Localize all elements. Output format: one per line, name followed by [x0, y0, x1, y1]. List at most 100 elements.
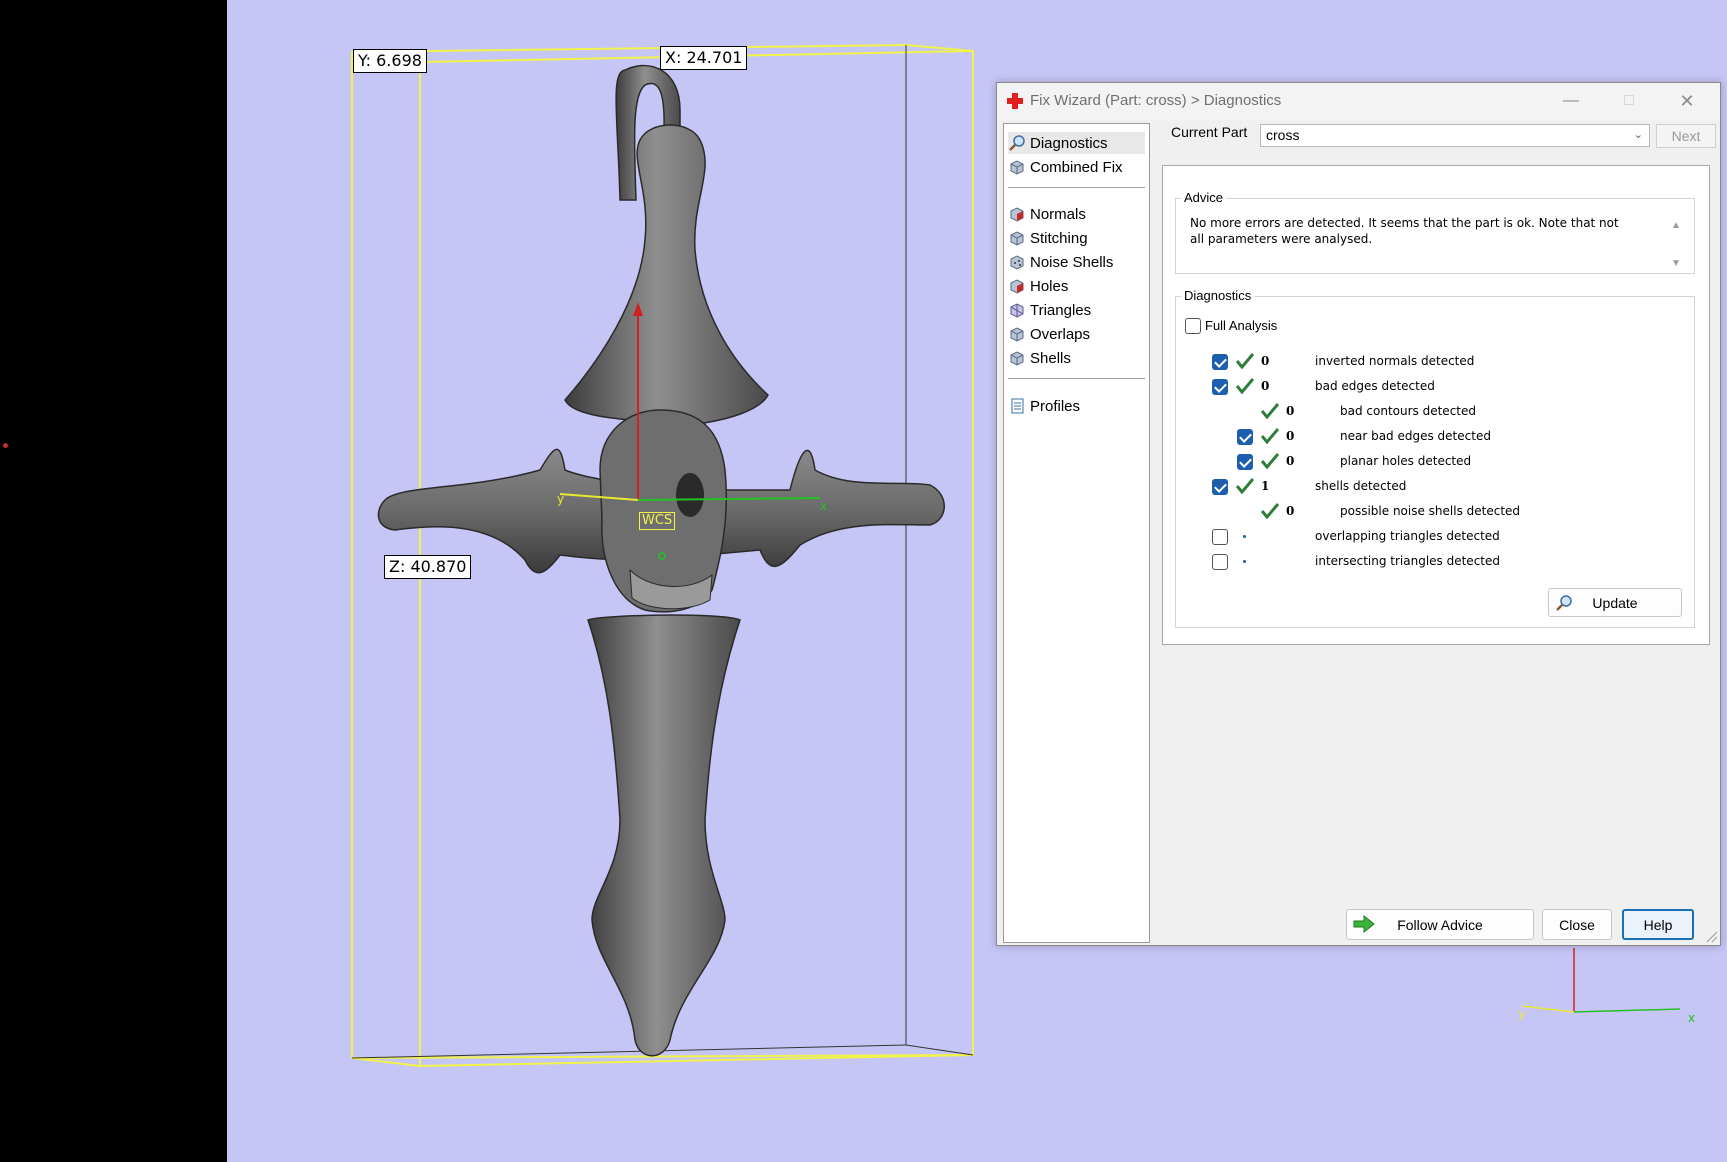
close-window-button[interactable]: ✕: [1659, 83, 1715, 119]
checkmark-icon: [1236, 478, 1254, 494]
overlaps-icon: [1010, 327, 1024, 342]
resize-grip-icon[interactable]: [1704, 929, 1718, 943]
checkmark-icon: [1261, 403, 1279, 419]
sidebar-item-overlaps[interactable]: Overlaps: [1008, 323, 1145, 345]
fix-wizard-dialog: Fix Wizard (Part: cross) > Diagnostics —…: [996, 82, 1721, 946]
magnifier-icon: [1556, 595, 1572, 611]
sidebar-item-profiles[interactable]: Profiles: [1008, 395, 1145, 417]
sidebar-item-shells[interactable]: Shells: [1008, 347, 1145, 369]
dimension-z-label: Z: 40.870: [384, 555, 472, 579]
intersecting-triangles-label: intersecting triangles detected: [1315, 554, 1500, 568]
checkmark-icon: [1261, 453, 1279, 469]
bad-contours-count: 0: [1286, 404, 1295, 418]
minimize-button[interactable]: —: [1543, 83, 1599, 119]
maximize-button[interactable]: □: [1601, 83, 1657, 119]
overlapping-triangles-label: overlapping triangles detected: [1315, 529, 1500, 543]
magnifier-icon: [1009, 135, 1025, 151]
sidebar-item-label: Profiles: [1030, 397, 1081, 415]
sidebar-item-label: Overlaps: [1030, 325, 1091, 343]
close-button[interactable]: Close: [1542, 909, 1612, 940]
update-button[interactable]: Update: [1548, 588, 1682, 617]
intersecting-triangles-checkbox[interactable]: [1212, 554, 1228, 570]
current-part-label: Current Part: [1171, 124, 1248, 140]
triangles-icon: [1010, 303, 1024, 318]
planar-holes-label: planar holes detected: [1340, 454, 1472, 468]
shells-icon: [1010, 351, 1024, 366]
shells-count: 1: [1261, 479, 1270, 493]
combined-fix-icon: [1010, 160, 1024, 175]
sidebar-item-label: Triangles: [1030, 301, 1092, 319]
sidebar-item-label: Diagnostics: [1030, 134, 1108, 152]
stitching-icon: [1010, 231, 1024, 246]
near-bad-edges-label: near bad edges detected: [1340, 429, 1491, 443]
current-part-select[interactable]: cross ⌄: [1260, 124, 1650, 147]
follow-advice-button[interactable]: Follow Advice: [1346, 909, 1534, 940]
dimension-x-label: X: 24.701: [660, 46, 748, 70]
orientation-indicator: [1521, 948, 1681, 1013]
follow-advice-label: Follow Advice: [1397, 916, 1483, 933]
inverted-normals-checkbox[interactable]: [1212, 354, 1228, 370]
sidebar-item-combined-fix[interactable]: Combined Fix: [1008, 156, 1145, 178]
wizard-sidebar: Diagnostics Combined Fix Normals Stitchi…: [1003, 123, 1150, 943]
sidebar-divider: [1008, 187, 1145, 188]
pending-bullet: [1243, 535, 1246, 538]
sidebar-item-label: Combined Fix: [1030, 158, 1123, 176]
near-bad-edges-checkbox[interactable]: [1237, 429, 1253, 445]
green-arrow-icon: [1353, 915, 1375, 933]
checkmark-icon: [1236, 378, 1254, 394]
inverted-normals-count: 0: [1261, 354, 1270, 368]
update-label: Update: [1592, 594, 1638, 611]
sidebar-item-noise-shells[interactable]: Noise Shells: [1008, 251, 1145, 273]
diagnostics-panel: Advice No more errors are detected. It s…: [1162, 165, 1710, 645]
normals-icon: [1010, 207, 1024, 222]
scroll-down-arrow[interactable]: ▼: [1671, 258, 1681, 269]
planar-holes-count: 0: [1286, 454, 1295, 468]
current-part-value: cross: [1266, 127, 1300, 143]
shells-checkbox[interactable]: [1212, 479, 1228, 495]
sidebar-item-label: Holes: [1030, 277, 1069, 295]
sidebar-item-normals[interactable]: Normals: [1008, 203, 1145, 225]
checkmark-icon: [1261, 503, 1279, 519]
bad-edges-label: bad edges detected: [1315, 379, 1435, 393]
chevron-down-icon: ⌄: [1633, 129, 1643, 141]
red-cross-icon: [1007, 93, 1023, 109]
sidebar-divider: [1008, 378, 1145, 379]
help-button[interactable]: Help: [1622, 909, 1694, 940]
sidebar-item-diagnostics[interactable]: Diagnostics: [1008, 132, 1145, 154]
sidebar-item-label: Stitching: [1030, 229, 1088, 247]
sidebar-item-stitching[interactable]: Stitching: [1008, 227, 1145, 249]
scroll-up-arrow[interactable]: ▲: [1671, 220, 1681, 231]
title-bar[interactable]: Fix Wizard (Part: cross) > Diagnostics —…: [997, 83, 1720, 119]
next-button[interactable]: Next: [1656, 124, 1716, 148]
full-analysis-label: Full Analysis: [1205, 318, 1278, 333]
wcs-label: WCS: [639, 512, 676, 530]
pending-bullet: [1243, 560, 1246, 563]
noise-shells-label: possible noise shells detected: [1340, 504, 1521, 518]
bad-edges-count: 0: [1261, 379, 1270, 393]
mini-axis-y-label: y: [1518, 1007, 1525, 1021]
sidebar-item-label: Normals: [1030, 205, 1086, 223]
profiles-icon: [1011, 398, 1024, 414]
overlapping-triangles-checkbox[interactable]: [1212, 529, 1228, 545]
dimension-y-label: Y: 6.698: [353, 49, 427, 73]
axis-x-label: x: [820, 499, 827, 513]
mini-axis-x-label: x: [1688, 1011, 1695, 1025]
inverted-normals-label: inverted normals detected: [1315, 354, 1475, 368]
full-analysis-checkbox[interactable]: [1185, 318, 1201, 334]
holes-icon: [1010, 279, 1024, 294]
window-title: Fix Wizard (Part: cross) > Diagnostics: [1030, 92, 1282, 109]
bad-contours-label: bad contours detected: [1340, 404, 1476, 418]
bad-edges-checkbox[interactable]: [1212, 379, 1228, 395]
sidebar-item-label: Noise Shells: [1030, 253, 1114, 271]
sidebar-item-label: Shells: [1030, 349, 1071, 367]
sidebar-item-holes[interactable]: Holes: [1008, 275, 1145, 297]
diagnostics-title: Diagnostics: [1181, 288, 1255, 303]
planar-holes-checkbox[interactable]: [1237, 454, 1253, 470]
noise-shells-icon: [1010, 255, 1024, 270]
shells-label: shells detected: [1315, 479, 1407, 493]
advice-text: No more errors are detected. It seems th…: [1190, 216, 1619, 246]
advice-title: Advice: [1181, 190, 1227, 205]
sidebar-item-triangles[interactable]: Triangles: [1008, 299, 1145, 321]
noise-shells-count: 0: [1286, 504, 1295, 518]
checkmark-icon: [1236, 353, 1254, 369]
